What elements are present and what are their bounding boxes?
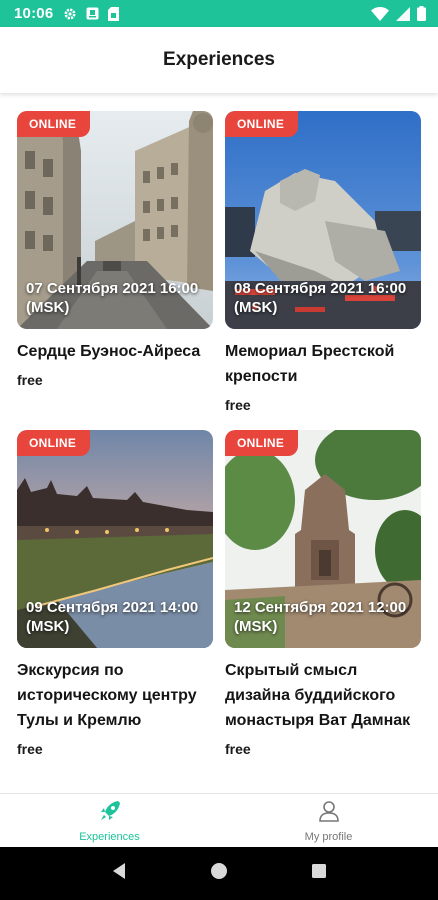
person-icon [317, 799, 341, 828]
status-time: 10:06 [14, 5, 54, 22]
experience-image[interactable]: ONLINE 08 Сентября 2021 16:00 (MSK) [225, 111, 421, 329]
back-icon[interactable] [111, 862, 127, 885]
experience-title[interactable]: Скрытый смысл дизайна буддийского монаст… [225, 658, 421, 733]
signal-icon [396, 6, 410, 21]
recents-icon[interactable] [311, 863, 327, 884]
nav-item-my-profile[interactable]: My profile [219, 794, 438, 847]
experience-date: 08 Сентября 2021 16:00 (MSK) [234, 280, 407, 316]
experience-card[interactable]: ONLINE 07 Сентября 2021 16:00 (MSK) Серд… [17, 111, 213, 388]
gear-icon [63, 7, 77, 21]
online-badge: ONLINE [17, 111, 91, 137]
experience-price: free [225, 741, 251, 757]
experience-price: free [17, 372, 43, 388]
experiences-list[interactable]: ONLINE 07 Сентября 2021 16:00 (MSK) Серд… [0, 93, 438, 793]
system-nav-bar [0, 847, 438, 900]
experience-card[interactable]: ONLINE 12 Сентября 2021 12:00 (MSK) Скры… [225, 430, 421, 757]
experience-date: 09 Сентября 2021 14:00 (MSK) [26, 599, 199, 635]
nav-label-experiences: Experiences [79, 830, 140, 843]
battery-icon [417, 6, 426, 21]
experience-card[interactable]: ONLINE 09 Сентября 2021 14:00 (MSK) Экск… [17, 430, 213, 757]
experience-image[interactable]: ONLINE 07 Сентября 2021 16:00 (MSK) [17, 111, 213, 329]
experience-date: 12 Сентября 2021 12:00 (MSK) [234, 599, 407, 635]
app-header: Experiences [0, 27, 438, 93]
sim-icon [108, 6, 120, 21]
home-icon[interactable] [210, 862, 228, 885]
online-badge: ONLINE [17, 430, 91, 456]
experience-title[interactable]: Сердце Буэнос-Айреса [17, 339, 213, 364]
bottom-nav: Experiences My profile [0, 793, 438, 847]
experience-card[interactable]: ONLINE 08 Сентября 2021 16:00 (MSK) Мемо… [225, 111, 421, 413]
wifi-icon [371, 6, 389, 21]
experience-image[interactable]: ONLINE 12 Сентября 2021 12:00 (MSK) [225, 430, 421, 648]
experience-price: free [17, 741, 43, 757]
experience-date: 07 Сентября 2021 16:00 (MSK) [26, 280, 199, 316]
experience-price: free [225, 397, 251, 413]
online-badge: ONLINE [225, 430, 299, 456]
nav-item-experiences[interactable]: Experiences [0, 794, 219, 847]
experience-image[interactable]: ONLINE 09 Сентября 2021 14:00 (MSK) [17, 430, 213, 648]
experience-title[interactable]: Экскурсия по историческому центру Тулы и… [17, 658, 213, 733]
page-title: Experiences [163, 49, 275, 70]
notification-icon [86, 7, 99, 20]
rocket-icon [98, 799, 122, 828]
nav-label-my-profile: My profile [304, 830, 353, 843]
online-badge: ONLINE [225, 111, 299, 137]
status-bar: 10:06 [0, 0, 438, 27]
experience-title[interactable]: Мемориал Брестской крепости [225, 339, 421, 389]
